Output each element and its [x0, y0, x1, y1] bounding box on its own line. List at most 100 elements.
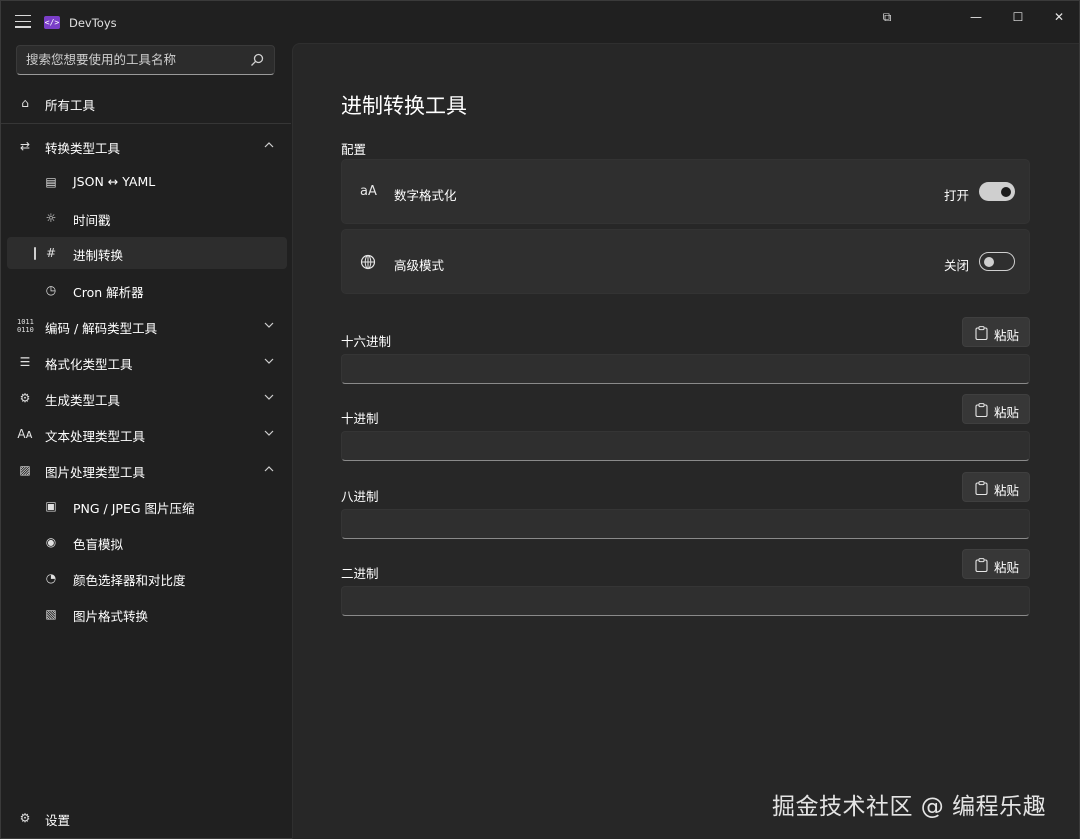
image-icon: ▨: [19, 463, 31, 477]
paste-label: 粘贴: [994, 328, 1020, 343]
nav-settings[interactable]: ⚙ 设置: [7, 802, 287, 834]
image-convert-icon: ▧: [45, 607, 57, 621]
decimal-input[interactable]: [341, 431, 1030, 461]
binary-icon: 1011 0110: [17, 318, 34, 334]
search-box: [16, 45, 275, 75]
octal-label: 八进制: [341, 489, 379, 504]
nav-item-color-blind[interactable]: ◉ 色盲模拟: [7, 526, 287, 558]
chevron-up-icon: [264, 466, 274, 472]
decimal-paste-button[interactable]: 粘贴: [962, 394, 1030, 424]
clipboard-icon: [975, 481, 988, 495]
nav-item-label: Cron 解析器: [73, 285, 144, 300]
nav-item-label: 进制转换: [73, 248, 124, 263]
devtoys-logo: </>: [44, 16, 60, 29]
menu-icon[interactable]: [15, 15, 31, 29]
sidebar-divider: [1, 123, 291, 124]
nav-settings-label: 设置: [45, 813, 71, 828]
sidebar: ⌂ 所有工具 ⇄ 转换类型工具 ▤ JSON ↔ YAML ☼ 时间戳 # 进制…: [1, 43, 292, 839]
octal-paste-button[interactable]: 粘贴: [962, 472, 1030, 502]
nav-all-tools-label: 所有工具: [45, 98, 96, 113]
nav-group-label: 图片处理类型工具: [45, 465, 146, 480]
decimal-label: 十进制: [341, 411, 379, 426]
generator-icon: ⚙: [19, 391, 31, 405]
nav-group-converters[interactable]: ⇄ 转换类型工具: [7, 130, 287, 162]
nav-group-label: 格式化类型工具: [45, 357, 133, 372]
nav-item-timestamp[interactable]: ☼ 时间戳: [7, 202, 287, 234]
nav-item-label: 色盲模拟: [73, 537, 124, 552]
binary-input[interactable]: [341, 586, 1030, 616]
nav-item-cron[interactable]: ◷ Cron 解析器: [7, 274, 287, 306]
clipboard-icon: [975, 403, 988, 417]
chevron-down-icon: [264, 430, 274, 436]
watermark: 掘金技术社区 @ 编程乐趣: [772, 794, 1047, 820]
advanced-mode-setting: 高级模式 关闭: [341, 229, 1030, 294]
compact-overlay-button[interactable]: ⧉: [875, 9, 899, 25]
paste-label: 粘贴: [994, 405, 1020, 420]
close-button[interactable]: ✕: [1047, 9, 1071, 25]
clock-icon: ◷: [45, 283, 57, 297]
nav-item-image-convert[interactable]: ▧ 图片格式转换: [7, 598, 287, 630]
nav-group-label: 编码 / 解码类型工具: [45, 321, 158, 336]
nav-item-label: 图片格式转换: [73, 609, 149, 624]
search-input[interactable]: [26, 52, 246, 67]
minimize-button[interactable]: —: [964, 9, 988, 25]
title-bar: </> DevToys ⧉ — ☐ ✕: [1, 1, 1079, 43]
nav-item-color-picker[interactable]: ◔ 颜色选择器和对比度: [7, 562, 287, 594]
image-compress-icon: ▣: [45, 499, 57, 513]
setting-label: 高级模式: [394, 258, 445, 273]
paste-label: 粘贴: [994, 483, 1020, 498]
number-base-icon: #: [45, 246, 57, 260]
main-content: 进制转换工具 配置 aA 数字格式化 打开 高级模式 关闭 十六进制 粘贴 十进…: [292, 43, 1079, 839]
chevron-down-icon: [264, 394, 274, 400]
nav-item-label: JSON ↔ YAML: [73, 174, 156, 189]
advanced-mode-toggle[interactable]: [979, 252, 1015, 271]
eye-icon: ◉: [45, 535, 57, 549]
toggle-state-label: 关闭: [943, 258, 969, 273]
nav-group-label: 生成类型工具: [45, 393, 121, 408]
search-icon[interactable]: [250, 53, 264, 67]
nav-group-label: 文本处理类型工具: [45, 429, 146, 444]
config-section-label: 配置: [341, 142, 367, 157]
nav-item-label: 颜色选择器和对比度: [73, 573, 186, 588]
setting-label: 数字格式化: [394, 188, 457, 203]
nav-group-images[interactable]: ▨ 图片处理类型工具: [7, 454, 287, 486]
hex-input[interactable]: [341, 354, 1030, 384]
format-icon: ☰: [19, 355, 31, 369]
number-format-setting: aA 数字格式化 打开: [341, 159, 1030, 224]
gear-icon: ⚙: [19, 811, 31, 825]
binary-paste-button[interactable]: 粘贴: [962, 549, 1030, 579]
number-format-toggle[interactable]: [979, 182, 1015, 201]
nav-group-encoders[interactable]: 1011 0110 编码 / 解码类型工具: [7, 310, 287, 342]
nav-group-formatters[interactable]: ☰ 格式化类型工具: [7, 346, 287, 378]
nav-group-generators[interactable]: ⚙ 生成类型工具: [7, 382, 287, 414]
converter-icon: ⇄: [19, 139, 31, 153]
nav-item-image-compress[interactable]: ▣ PNG / JPEG 图片压缩: [7, 490, 287, 522]
app-title: DevToys: [69, 16, 117, 30]
timestamp-icon: ☼: [45, 211, 57, 225]
font-size-icon: aA: [360, 184, 377, 199]
chevron-down-icon: [264, 322, 274, 328]
chevron-down-icon: [264, 358, 274, 364]
nav-item-label: 时间戳: [73, 213, 111, 228]
page-title: 进制转换工具: [341, 94, 467, 118]
nav-item-json-yaml[interactable]: ▤ JSON ↔ YAML: [7, 166, 287, 198]
paste-label: 粘贴: [994, 560, 1020, 575]
octal-input[interactable]: [341, 509, 1030, 539]
chevron-up-icon: [264, 142, 274, 148]
binary-label: 二进制: [341, 566, 379, 581]
palette-icon: ◔: [45, 571, 57, 585]
globe-icon: [360, 254, 376, 270]
nav-item-label: PNG / JPEG 图片压缩: [73, 501, 195, 516]
clipboard-icon: [975, 558, 988, 572]
nav-all-tools[interactable]: ⌂ 所有工具: [7, 87, 287, 119]
hex-label: 十六进制: [341, 334, 392, 349]
toggle-state-label: 打开: [943, 188, 969, 203]
maximize-button[interactable]: ☐: [1006, 9, 1030, 25]
nav-item-number-base[interactable]: # 进制转换: [7, 237, 287, 269]
hex-paste-button[interactable]: 粘贴: [962, 317, 1030, 347]
json-yaml-icon: ▤: [45, 175, 57, 189]
nav-group-text[interactable]: Aᴀ 文本处理类型工具: [7, 418, 287, 450]
clipboard-icon: [975, 326, 988, 340]
selection-indicator: [34, 247, 36, 260]
home-icon: ⌂: [21, 96, 29, 110]
